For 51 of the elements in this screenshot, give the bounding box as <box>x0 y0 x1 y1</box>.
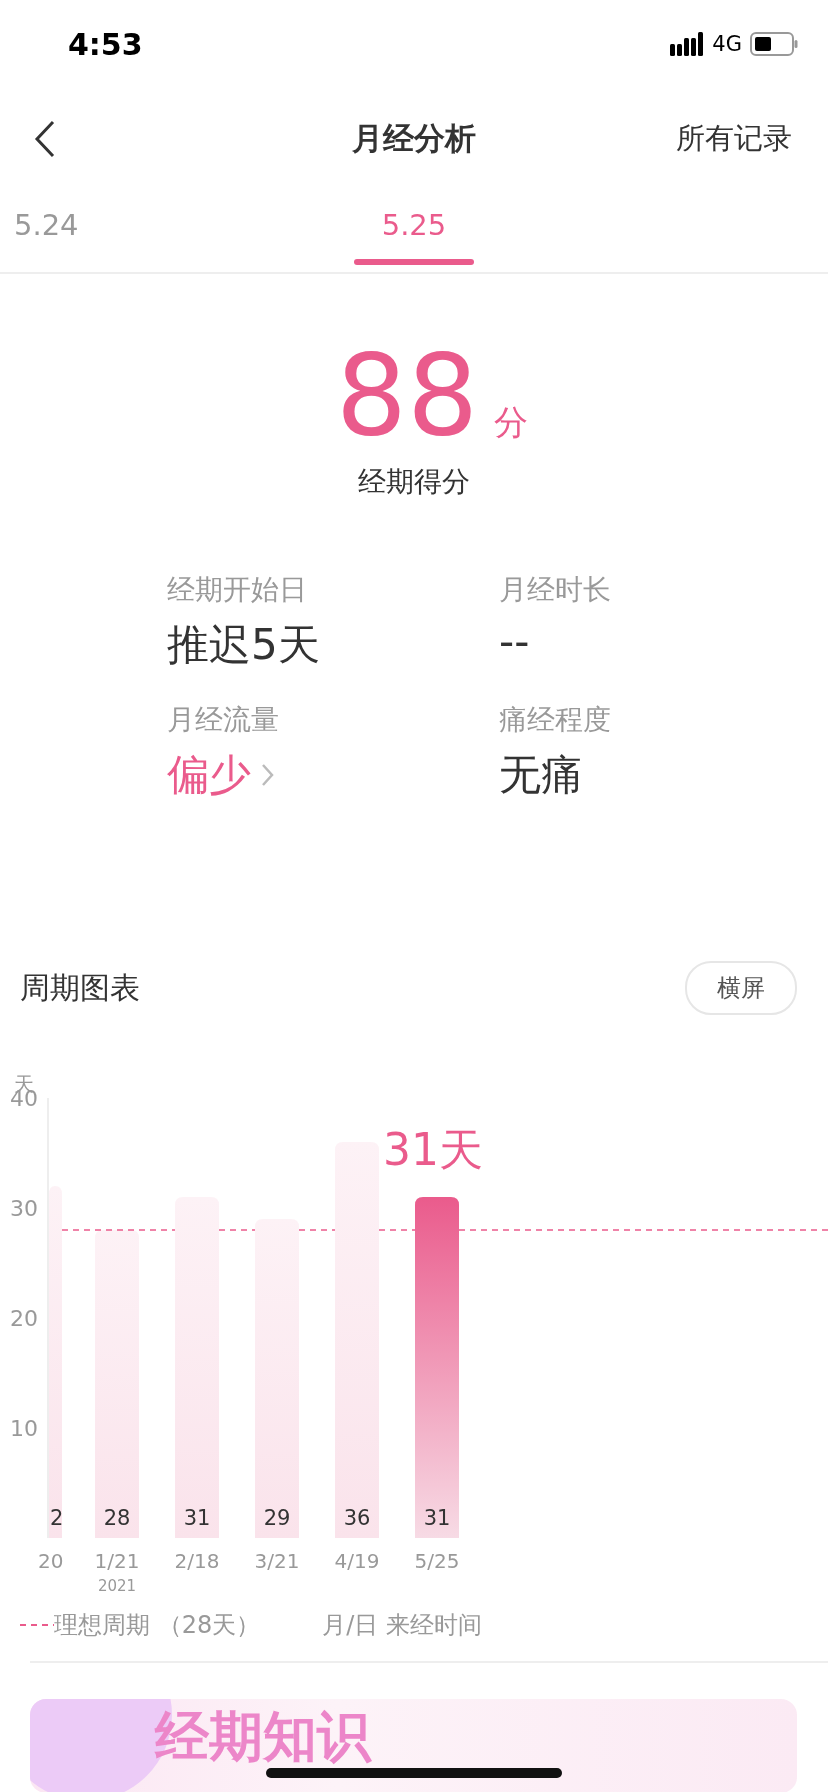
highlighted-bar[interactable] <box>415 1197 459 1539</box>
cycle-bar[interactable] <box>49 1186 62 1539</box>
banner-title: 经期知识 <box>155 1707 371 1767</box>
back-button[interactable] <box>34 120 56 158</box>
stat-link[interactable]: 偏少 <box>167 747 251 804</box>
legend-label: 理想周期 （28天） <box>54 1610 261 1642</box>
cycle-bar[interactable] <box>175 1197 219 1539</box>
y-tick-label: 20 <box>10 1306 38 1332</box>
battery-icon <box>750 32 798 56</box>
date-tab[interactable]: 5.25 <box>354 208 474 268</box>
x-axis-label: 4/19 <box>334 1549 380 1574</box>
x-axis-label: 5/25 <box>414 1549 460 1574</box>
network-label: 4G <box>712 32 742 56</box>
cycle-bar[interactable] <box>335 1142 379 1539</box>
bar-value-label: 2 <box>50 1506 64 1531</box>
x-axis-label: 2/18 <box>174 1549 220 1574</box>
cycle-length-label: 31天 <box>383 1124 483 1176</box>
status-time: 4:53 <box>68 26 143 62</box>
back-icon <box>34 120 56 158</box>
section-title: 周期图表 <box>20 968 140 1007</box>
score-caption: 经期得分 <box>358 464 470 501</box>
stat-value: -- <box>499 617 530 667</box>
bar-value-label: 29 <box>263 1506 291 1531</box>
cycle-bar[interactable] <box>95 1230 139 1539</box>
score-unit: 分 <box>494 401 529 444</box>
page-title: 月经分析 <box>352 120 476 156</box>
bar-value-label: 31 <box>423 1506 451 1531</box>
x-axis-label: 1/21 <box>94 1549 140 1574</box>
x-axis-label: 20 <box>38 1549 64 1574</box>
stat-label: 月经时长 <box>499 572 612 609</box>
all-records-link[interactable]: 所有记录 <box>676 119 792 159</box>
stat-label: 痛经程度 <box>499 702 612 739</box>
year-label: 2021 <box>97 1577 137 1596</box>
signal-icon <box>670 32 705 56</box>
chevron-icon <box>261 763 274 788</box>
stat-label: 经期开始日 <box>167 572 308 609</box>
bar-value-label: 28 <box>103 1506 131 1531</box>
cycle-bar[interactable] <box>255 1219 299 1539</box>
date-tab[interactable]: 5.24 <box>14 208 79 268</box>
stat-value: 推迟5天 <box>167 619 320 672</box>
score-value: 88 <box>335 334 479 458</box>
dashed-line-icon <box>20 1623 54 1628</box>
axis-caption: 月/日 来经时间 <box>322 1610 482 1642</box>
bar-value-label: 36 <box>343 1506 371 1531</box>
y-tick-label: 30 <box>10 1196 38 1222</box>
landscape-button[interactable]: 横屏 <box>685 961 797 1016</box>
stat-label: 月经流量 <box>167 702 280 739</box>
bar-value-label: 31 <box>183 1506 211 1531</box>
stat-value: 无痛 <box>499 749 583 802</box>
x-axis-label: 3/21 <box>254 1549 300 1574</box>
y-tick-label: 10 <box>10 1416 38 1442</box>
